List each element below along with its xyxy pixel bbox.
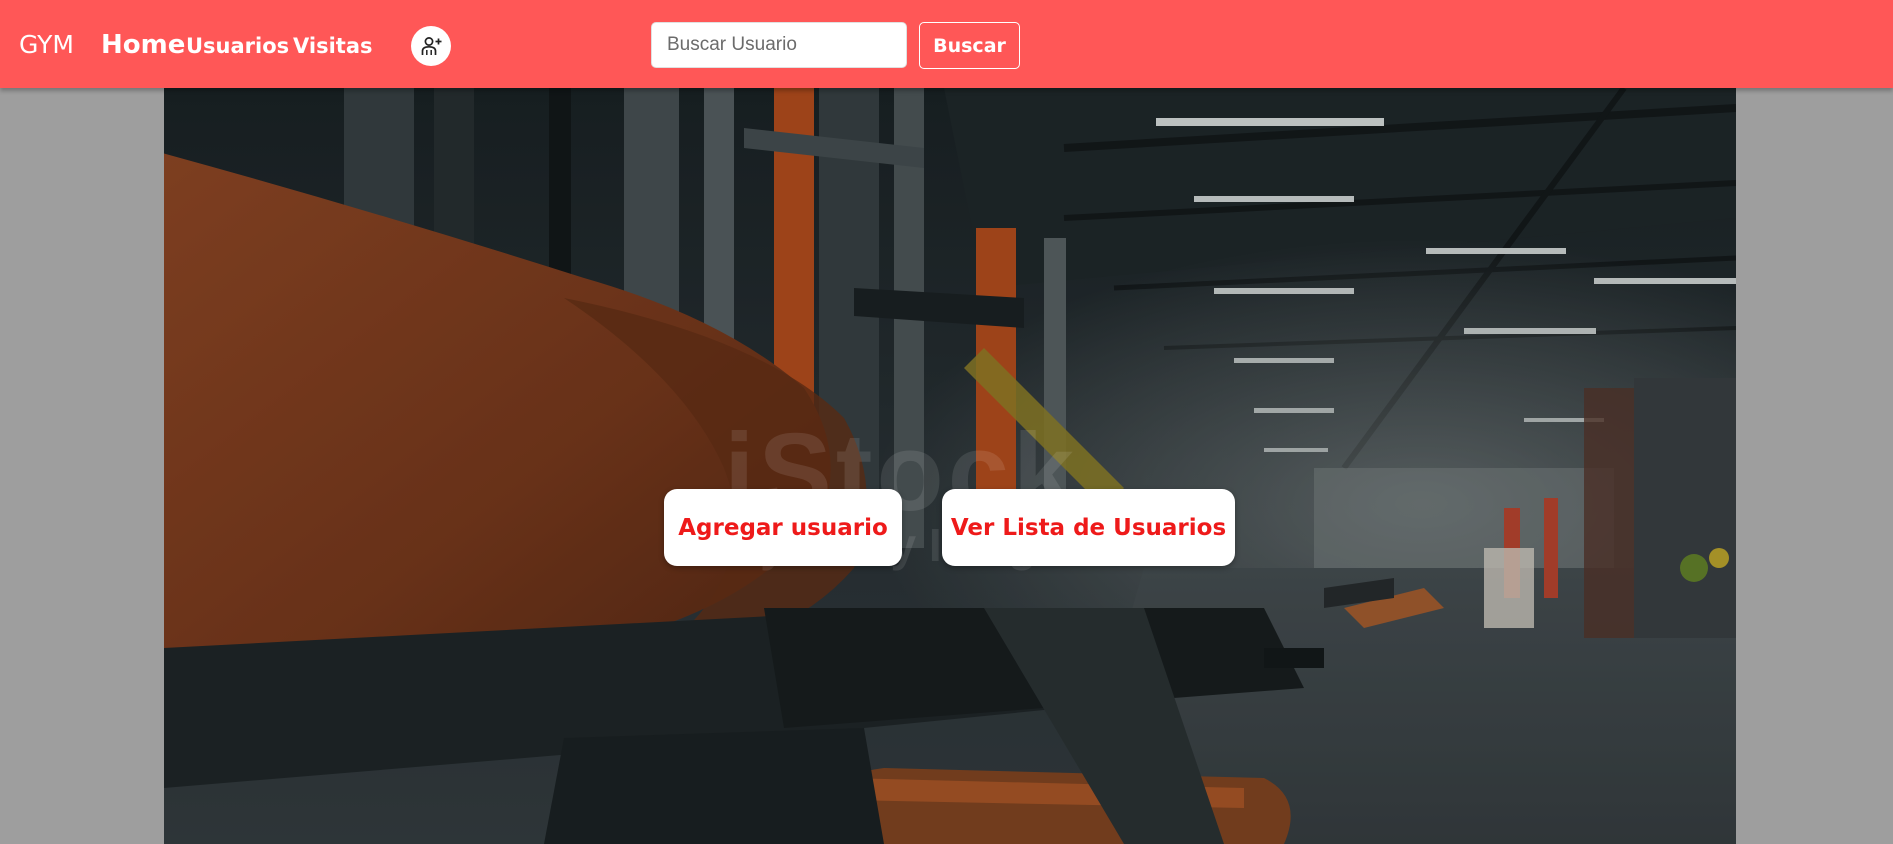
user-plus-icon (421, 37, 442, 55)
nav-link-home[interactable]: Home (101, 27, 185, 63)
gym-interior-photo (164, 88, 1736, 844)
nav-link-visitas[interactable]: Visitas (293, 28, 373, 64)
nav-link-usuarios[interactable]: Usuarios (186, 28, 289, 64)
search-button[interactable]: Buscar (919, 22, 1020, 69)
hero-banner: iStock by Getty Images (164, 88, 1736, 844)
add-user-cta-button[interactable]: Agregar usuario (664, 489, 902, 566)
top-navbar: GYM Home Usuarios Visitas Buscar (0, 0, 1893, 88)
search-input[interactable] (651, 22, 907, 68)
add-user-button[interactable] (411, 26, 451, 66)
brand-logo[interactable]: GYM (19, 27, 74, 63)
view-user-list-button[interactable]: Ver Lista de Usuarios (942, 489, 1235, 566)
